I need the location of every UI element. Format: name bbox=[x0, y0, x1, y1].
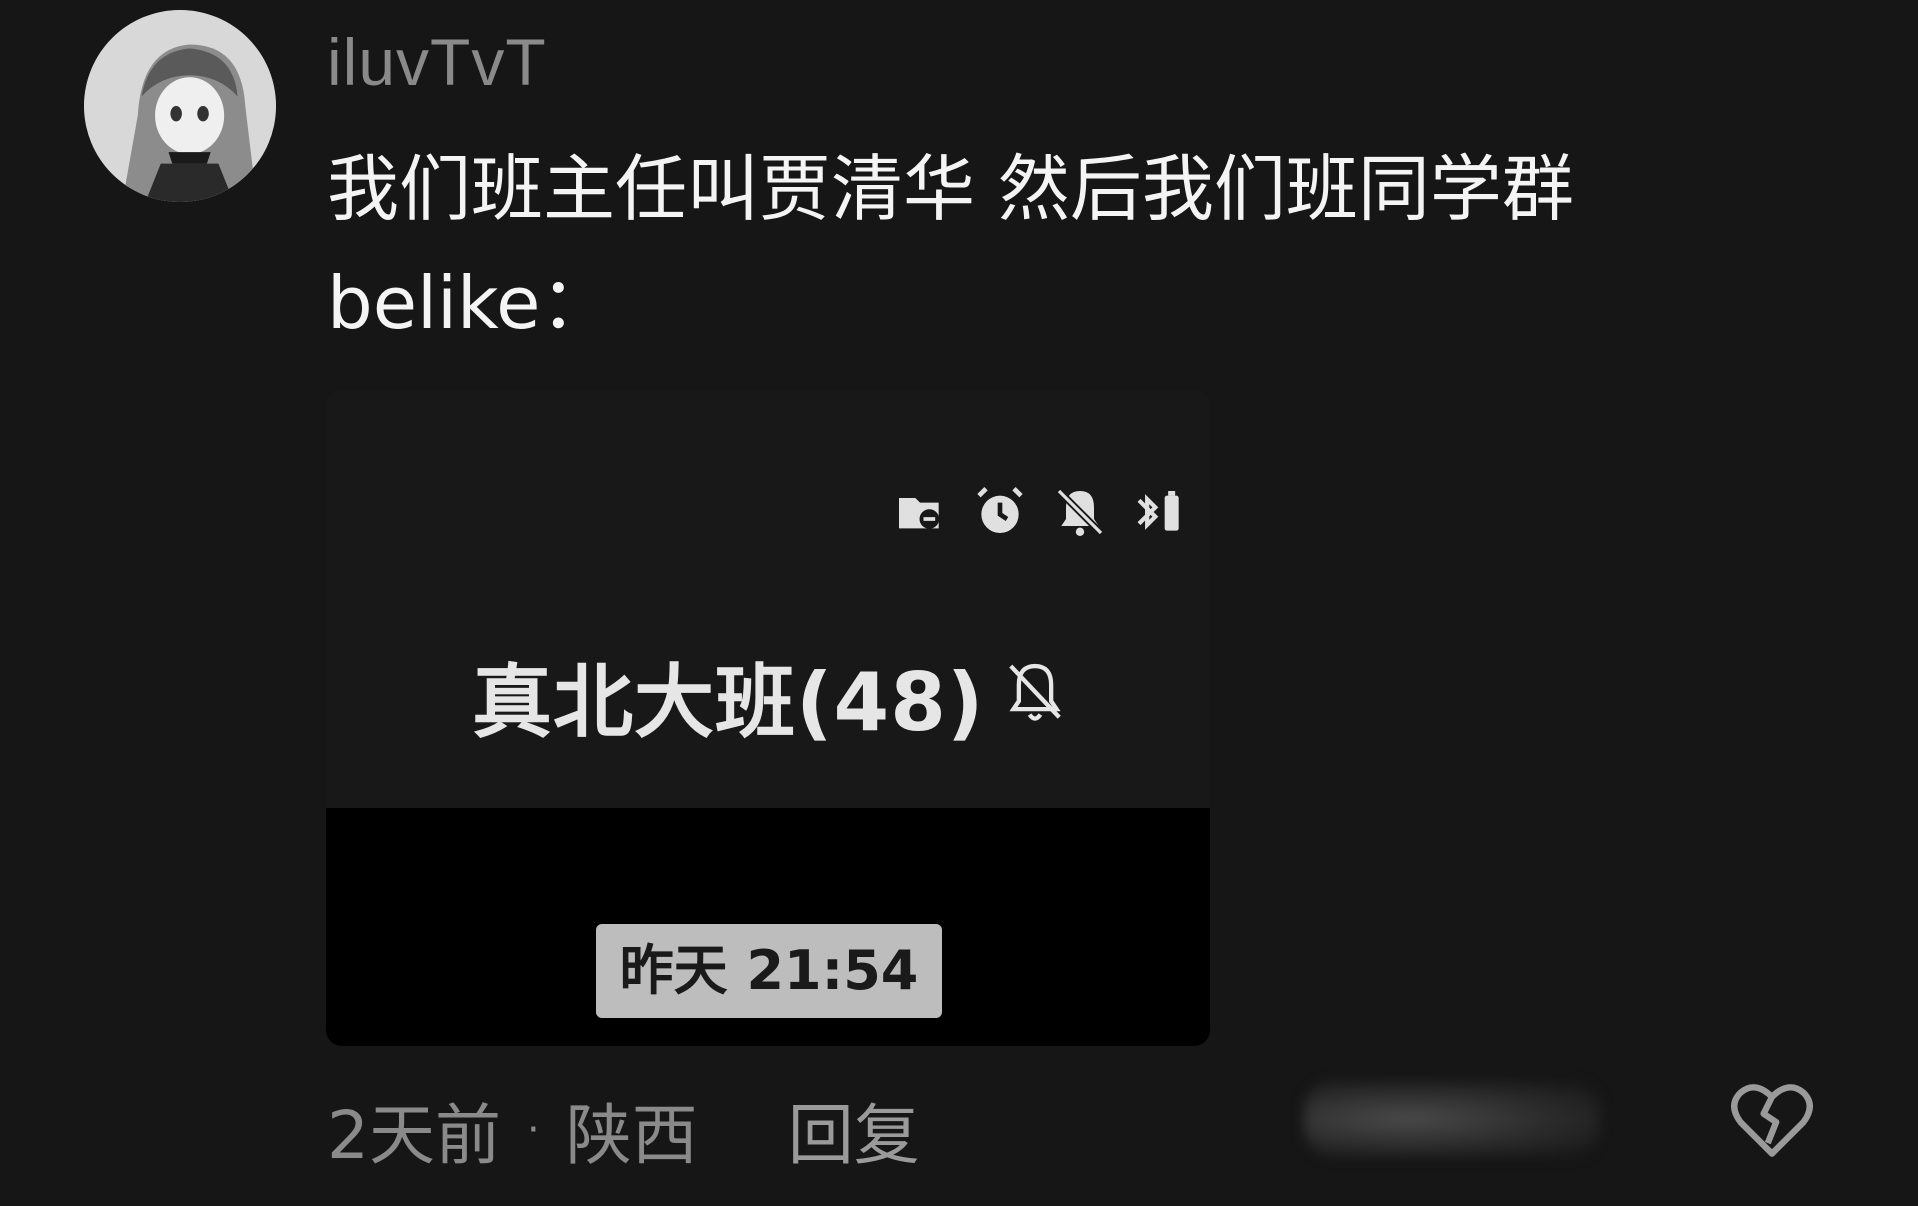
attached-screenshot[interactable]: 真北大班(48) 昨天 21:54 bbox=[326, 390, 1210, 1046]
alarm-icon bbox=[977, 487, 1023, 533]
status-bar-icons bbox=[892, 484, 1188, 540]
group-chat-title: 真北大班(48) bbox=[472, 656, 985, 749]
like-button-blurred[interactable] bbox=[1304, 1082, 1600, 1156]
username[interactable]: iluvTvT bbox=[327, 24, 547, 100]
separator: · bbox=[527, 1107, 540, 1153]
sd-card-icon bbox=[899, 498, 940, 529]
comment-text: 我们班主任叫贾清华 然后我们班同学群belike： bbox=[327, 147, 1574, 345]
avatar[interactable] bbox=[84, 10, 276, 202]
bell-off-icon bbox=[1056, 488, 1104, 537]
message-timestamp: 昨天 21:54 bbox=[596, 924, 942, 1018]
anime-avatar-icon bbox=[84, 10, 276, 202]
comment-footer: 2天前 · 陕西 回复 bbox=[327, 1082, 920, 1178]
bell-muted-icon bbox=[1009, 663, 1061, 721]
bluetooth-battery-icon bbox=[1137, 491, 1179, 531]
reply-button[interactable]: 回复 bbox=[788, 1082, 920, 1178]
time-ago: 2天前 bbox=[327, 1097, 501, 1174]
location: 陕西 bbox=[565, 1097, 698, 1174]
broken-heart-icon[interactable] bbox=[1730, 1080, 1814, 1160]
